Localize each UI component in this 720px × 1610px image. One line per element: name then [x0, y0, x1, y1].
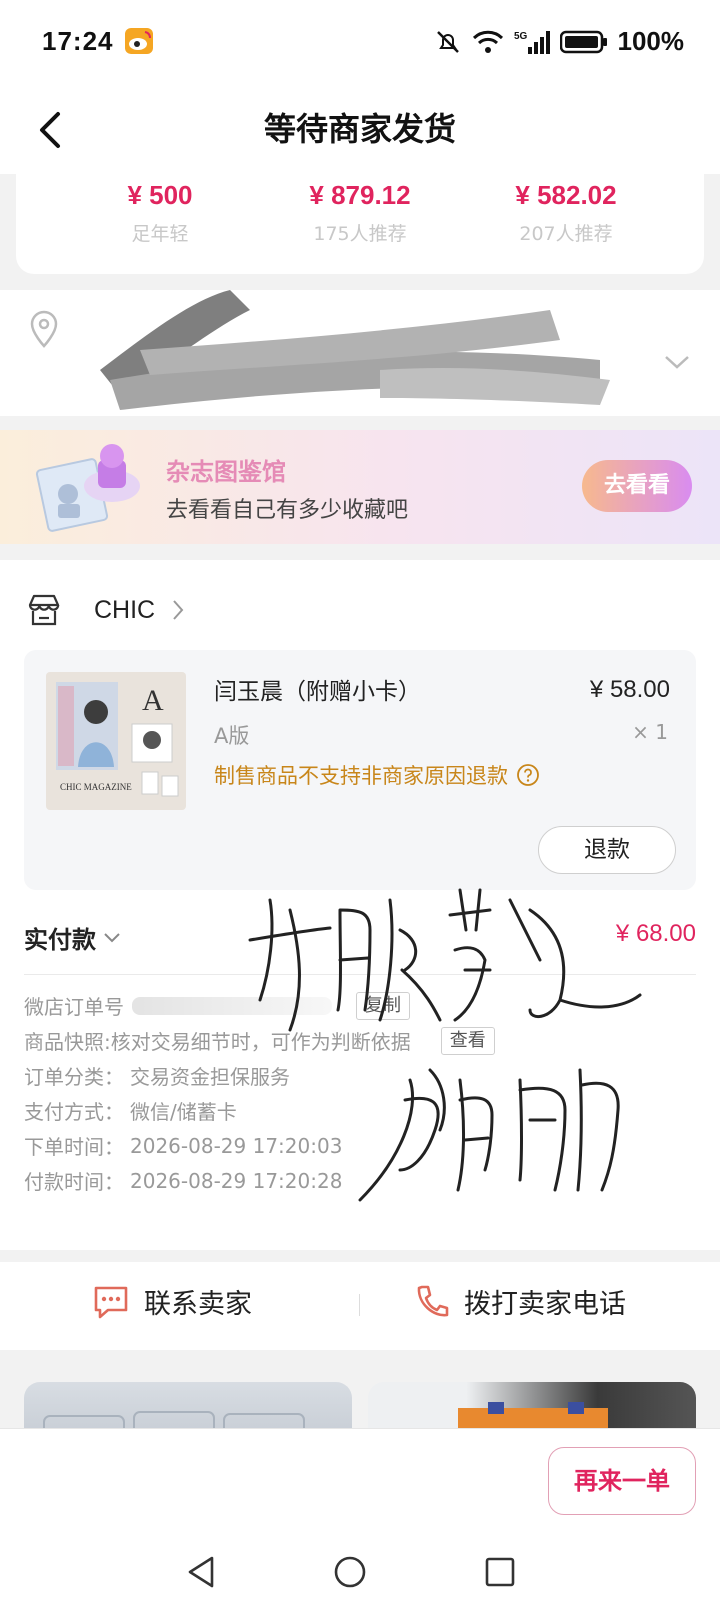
- order-number-row: 微店订单号 复制: [24, 988, 696, 1023]
- shop-name: CHIC: [94, 595, 156, 624]
- divider: [359, 1294, 360, 1316]
- location-icon: [30, 310, 58, 348]
- magazine-stamp-icon: [35, 444, 140, 532]
- order-time-value: 2026-08-29 17:20:03: [130, 1133, 343, 1158]
- svg-text:5G: 5G: [514, 31, 528, 42]
- refund-button[interactable]: 退款: [538, 826, 676, 874]
- refund-notice[interactable]: 制售商品不支持非商家原因退款: [214, 760, 540, 790]
- nav-bar: 等待商家发货: [0, 86, 720, 174]
- order-time-row: 下单时间： 2026-08-29 17:20:03: [24, 1128, 696, 1163]
- reco-item[interactable]: ¥ 500 足年轻: [60, 180, 260, 246]
- contact-seller-button[interactable]: 联系卖家: [92, 1282, 252, 1321]
- weibo-icon: [125, 28, 153, 54]
- product-title: 闫玉晨（附赠小卡）: [214, 679, 421, 705]
- refund-notice-text: 制售商品不支持非商家原因退款: [214, 764, 508, 788]
- mute-icon: [436, 30, 459, 53]
- status-bar: 17:24 5G 100%: [0, 0, 720, 86]
- reco-item[interactable]: ¥ 879.12 175人推荐: [260, 180, 460, 246]
- category-row: 订单分类： 交易资金担保服务: [24, 1058, 696, 1093]
- reco-price: ¥ 500: [127, 180, 193, 210]
- order-info-list: 微店订单号 复制 商品快照: 核对交易细节时，可作为判断依据 查看 订单分类： …: [24, 988, 696, 1198]
- order-number-label: 微店订单号: [24, 995, 124, 1019]
- banner-go-button[interactable]: 去看看: [582, 460, 692, 512]
- magazine-banner[interactable]: 杂志图鉴馆 去看看自己有多少收藏吧 去看看: [0, 430, 720, 544]
- product-card[interactable]: A CHIC MAGAZINE 闫玉晨（附赠小卡） ¥ 58.00 A版 × 1…: [24, 650, 696, 890]
- recommended-products: [0, 1350, 720, 1442]
- page-title: 等待商家发货: [263, 110, 456, 148]
- recommendation-card: ¥ 500 足年轻 ¥ 879.12 175人推荐 ¥ 582.02 207人推…: [16, 174, 704, 274]
- reco-price: ¥ 582.02: [515, 180, 617, 210]
- reco-sub: 足年轻: [131, 223, 189, 245]
- reco-item[interactable]: ¥ 582.02 207人推荐: [466, 180, 666, 246]
- redaction-scribble: [100, 290, 610, 410]
- nav-back-icon[interactable]: [182, 1552, 222, 1592]
- status-icons: 5G 100%: [434, 26, 685, 57]
- battery-percent: 100%: [617, 26, 685, 56]
- payment-label: 实付款: [24, 926, 96, 954]
- banner-title: 杂志图鉴馆: [166, 458, 286, 486]
- svg-text:A: A: [142, 684, 164, 717]
- pay-time-label: 付款时间：: [24, 1170, 124, 1194]
- call-seller-label: 拨打卖家电话: [464, 1289, 626, 1320]
- chevron-down-icon: [665, 356, 689, 369]
- order-number-redacted: [132, 996, 332, 1015]
- product-quantity: × 1: [632, 720, 668, 744]
- product-price: ¥ 58.00: [589, 676, 670, 703]
- order-section: CHIC A CHIC MAGAZINE 闫玉晨（附赠小卡） ¥ 58.00 A…: [0, 560, 720, 1250]
- contact-seller-label: 联系卖家: [144, 1289, 252, 1320]
- reco-sub: 175人推荐: [313, 223, 407, 245]
- nav-recents-icon[interactable]: [480, 1552, 520, 1592]
- payment-label-group[interactable]: 实付款: [24, 920, 122, 955]
- shop-row[interactable]: CHIC: [26, 590, 185, 630]
- copy-button[interactable]: 复制: [356, 991, 410, 1020]
- pay-time-value: 2026-08-29 17:20:28: [130, 1168, 343, 1193]
- status-time: 17:24: [42, 26, 114, 56]
- chevron-right-icon: [173, 600, 184, 620]
- view-snapshot-button[interactable]: 查看: [440, 1026, 495, 1055]
- chat-icon: [94, 1286, 128, 1318]
- help-icon[interactable]: [516, 763, 540, 787]
- pay-method-label: 支付方式：: [24, 1100, 124, 1124]
- thumb-caption: CHIC MAGAZINE: [60, 782, 132, 792]
- order-time-label: 下单时间：: [24, 1135, 124, 1159]
- reco-sub: 207人推荐: [519, 223, 613, 245]
- banner-subtitle: 去看看自己有多少收藏吧: [166, 498, 409, 523]
- pay-method-value: 微信/储蓄卡: [130, 1100, 237, 1124]
- pay-time-row: 付款时间： 2026-08-29 17:20:28: [24, 1163, 696, 1198]
- reorder-button[interactable]: 再来一单: [548, 1447, 696, 1515]
- signal-5g-icon: 5G: [514, 30, 550, 54]
- divider: [24, 974, 696, 975]
- shipping-address[interactable]: [0, 290, 720, 416]
- payment-row[interactable]: 实付款 ¥ 68.00: [24, 916, 696, 956]
- category-value: 交易资金担保服务: [130, 1065, 290, 1089]
- wifi-icon: [472, 30, 503, 53]
- product-thumbnail: A CHIC MAGAZINE: [46, 672, 186, 810]
- payment-amount: ¥ 68.00: [615, 920, 696, 947]
- snapshot-row: 商品快照: 核对交易细节时，可作为判断依据 查看: [24, 1023, 696, 1058]
- order-detail-page: 17:24 5G 100% 等待商家发货 ¥ 500 足年轻 ¥ 879.12 …: [0, 0, 720, 1610]
- product-variant: A版: [214, 724, 250, 748]
- pay-method-row: 支付方式： 微信/储蓄卡: [24, 1093, 696, 1128]
- chevron-down-icon: [104, 932, 120, 942]
- battery-icon: [559, 30, 607, 53]
- call-seller-button[interactable]: 拨打卖家电话: [414, 1282, 626, 1321]
- snapshot-value: 核对交易细节时，可作为判断依据: [110, 1030, 411, 1054]
- category-label: 订单分类：: [24, 1065, 124, 1089]
- shop-icon: [28, 594, 60, 626]
- snapshot-label: 商品快照:: [24, 1030, 111, 1054]
- contact-bar: 联系卖家 拨打卖家电话: [0, 1262, 720, 1350]
- bottom-action-bar: 再来一单: [0, 1428, 720, 1538]
- phone-icon: [417, 1285, 449, 1316]
- system-nav-bar: [0, 1538, 720, 1610]
- reco-price: ¥ 879.12: [309, 180, 411, 210]
- nav-home-icon[interactable]: [330, 1552, 370, 1592]
